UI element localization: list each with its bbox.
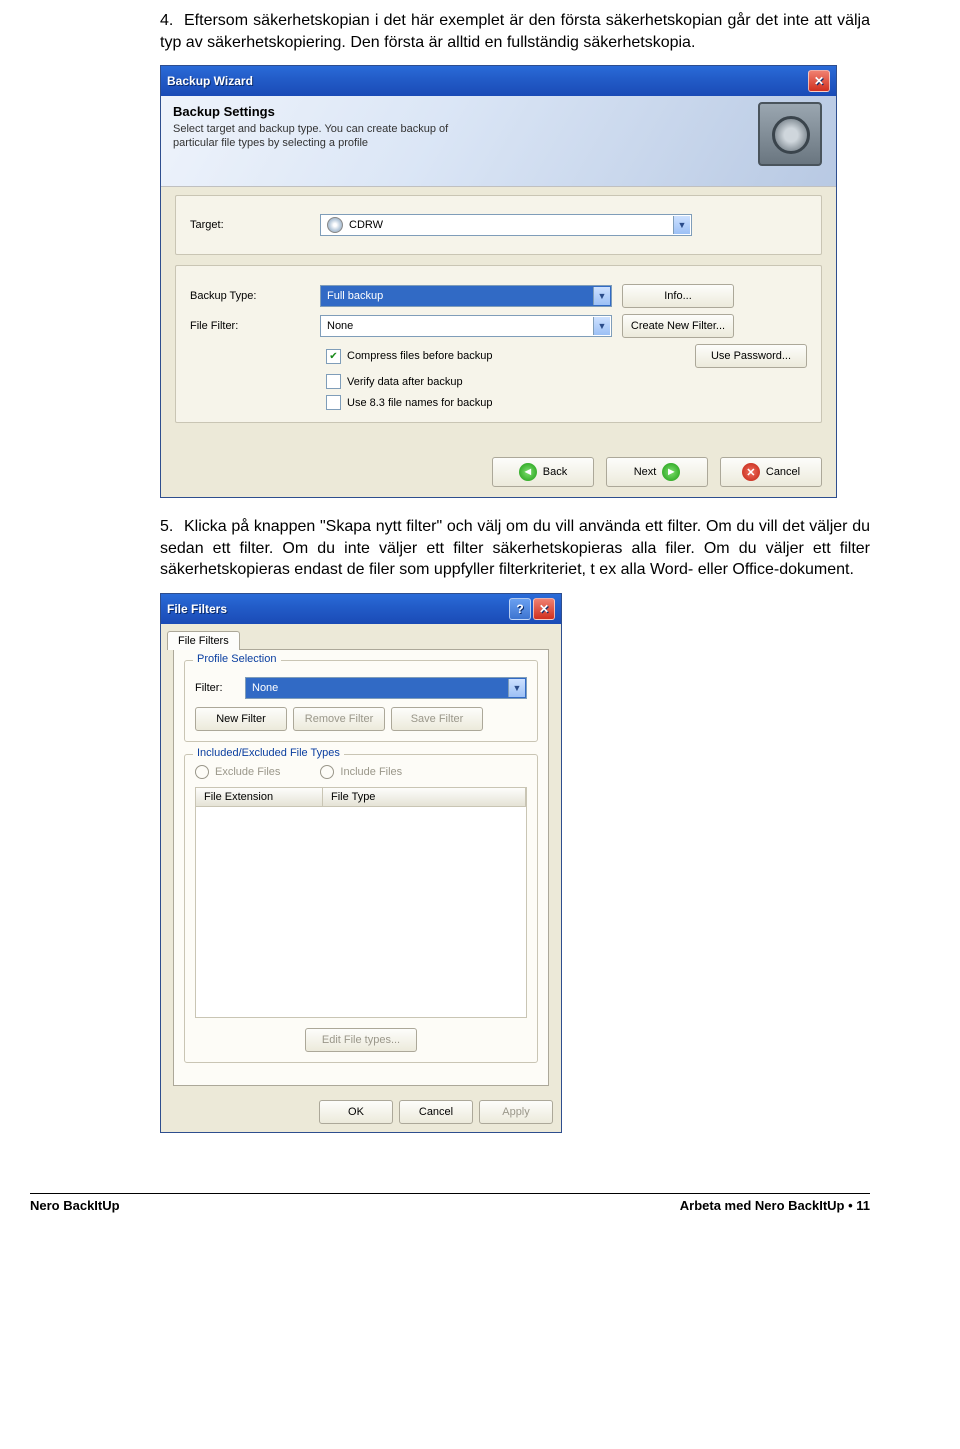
use83-label: Use 8.3 file names for backup <box>347 397 493 409</box>
help-icon[interactable]: ? <box>509 598 531 620</box>
include-radio: Include Files <box>320 765 402 779</box>
filters-titlebar[interactable]: File Filters ? ✕ <box>161 594 561 624</box>
backup-type-value: Full backup <box>327 290 383 302</box>
backup-type-label: Backup Type: <box>190 290 320 302</box>
profile-selection-group: Profile Selection Filter: None ▼ New Fil… <box>184 660 538 742</box>
filetype-list[interactable] <box>195 806 527 1018</box>
filetype-list-header: File Extension File Type <box>195 787 527 806</box>
para-5-text: Klicka på knappen "Skapa nytt filter" oc… <box>160 518 870 578</box>
file-filter-combo[interactable]: None ▼ <box>320 315 612 337</box>
para-4-num: 4. <box>160 10 184 32</box>
cancel-icon: ✕ <box>742 463 760 481</box>
include-exclude-legend: Included/Excluded File Types <box>193 747 344 759</box>
password-button[interactable]: Use Password... <box>695 344 807 368</box>
filter-label: Filter: <box>195 682 245 694</box>
backup-wizard-window: Backup Wizard ✕ Backup Settings Select t… <box>160 65 837 498</box>
file-filter-label: File Filter: <box>190 320 320 332</box>
footer-left: Nero BackItUp <box>30 1198 120 1213</box>
save-filter-button: Save Filter <box>391 707 483 731</box>
filters-title: File Filters <box>167 602 227 616</box>
disc-icon <box>327 217 343 233</box>
wizard-title: Backup Wizard <box>167 74 253 88</box>
arrow-right-icon: ► <box>662 463 680 481</box>
profile-selection-legend: Profile Selection <box>193 653 281 665</box>
safe-icon <box>758 102 822 166</box>
edit-filetypes-button: Edit File types... <box>305 1028 417 1052</box>
filter-combo[interactable]: None ▼ <box>245 677 527 699</box>
filter-value: None <box>252 682 278 694</box>
close-icon[interactable]: ✕ <box>533 598 555 620</box>
arrow-left-icon: ◄ <box>519 463 537 481</box>
banner-subtitle: Select target and backup type. You can c… <box>173 123 453 151</box>
para-4: 4.Eftersom säkerhetskopian i det här exe… <box>160 10 870 53</box>
target-label: Target: <box>190 219 320 231</box>
radio-icon <box>195 765 209 779</box>
file-filters-dialog: File Filters ? ✕ File Filters Profile Se… <box>160 593 562 1133</box>
cancel-button[interactable]: Cancel <box>399 1100 473 1124</box>
compress-label: Compress files before backup <box>347 350 493 362</box>
tab-file-filters[interactable]: File Filters <box>167 631 240 650</box>
cancel-button[interactable]: ✕ Cancel <box>720 457 822 487</box>
apply-button: Apply <box>479 1100 553 1124</box>
use83-checkbox[interactable] <box>326 395 341 410</box>
wizard-titlebar[interactable]: Backup Wizard ✕ <box>161 66 836 96</box>
chevron-down-icon[interactable]: ▼ <box>673 216 690 234</box>
para-5-num: 5. <box>160 516 184 538</box>
banner-title: Backup Settings <box>173 104 824 119</box>
compress-checkbox[interactable]: ✔ <box>326 349 341 364</box>
chevron-down-icon[interactable]: ▼ <box>593 287 610 305</box>
radio-icon <box>320 765 334 779</box>
back-button[interactable]: ◄ Back <box>492 457 594 487</box>
col-file-type[interactable]: File Type <box>323 788 526 806</box>
wizard-banner: Backup Settings Select target and backup… <box>161 96 836 187</box>
backup-type-combo[interactable]: Full backup ▼ <box>320 285 612 307</box>
create-filter-button[interactable]: Create New Filter... <box>622 314 734 338</box>
include-exclude-group: Included/Excluded File Types Exclude Fil… <box>184 754 538 1063</box>
target-panel: Target: CDRW ▼ <box>175 195 822 255</box>
info-button[interactable]: Info... <box>622 284 734 308</box>
remove-filter-button: Remove Filter <box>293 707 385 731</box>
ok-button[interactable]: OK <box>319 1100 393 1124</box>
backup-options-panel: Backup Type: Full backup ▼ Info... File … <box>175 265 822 423</box>
verify-checkbox[interactable] <box>326 374 341 389</box>
new-filter-button[interactable]: New Filter <box>195 707 287 731</box>
target-value: CDRW <box>349 219 383 231</box>
file-filter-value: None <box>327 320 353 332</box>
close-icon[interactable]: ✕ <box>808 70 830 92</box>
para-4-text: Eftersom säkerhetskopian i det här exemp… <box>160 12 870 51</box>
col-file-extension[interactable]: File Extension <box>196 788 323 806</box>
next-button[interactable]: Next ► <box>606 457 708 487</box>
exclude-radio: Exclude Files <box>195 765 280 779</box>
footer-right: Arbeta med Nero BackItUp • 11 <box>680 1198 870 1213</box>
chevron-down-icon[interactable]: ▼ <box>593 317 610 335</box>
verify-label: Verify data after backup <box>347 376 463 388</box>
para-5: 5.Klicka på knappen "Skapa nytt filter" … <box>160 516 870 581</box>
target-combo[interactable]: CDRW ▼ <box>320 214 692 236</box>
chevron-down-icon[interactable]: ▼ <box>508 679 525 697</box>
page-footer: Nero BackItUp Arbeta med Nero BackItUp •… <box>30 1193 870 1213</box>
